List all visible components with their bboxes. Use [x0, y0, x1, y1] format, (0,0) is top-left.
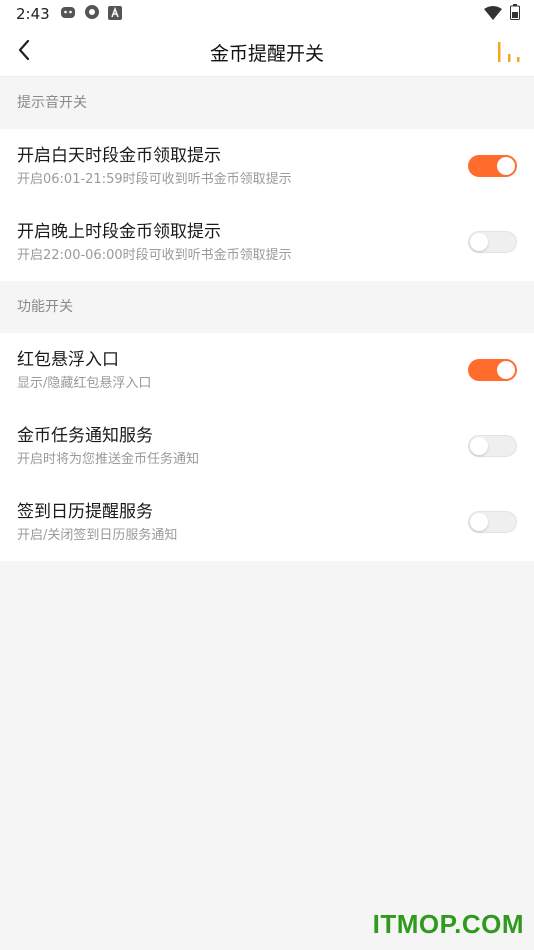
- night-reminder-toggle[interactable]: [468, 231, 517, 253]
- setting-row-coin-task-notification: 金币任务通知服务 开启时将为您推送金币任务通知: [0, 409, 534, 485]
- status-left-icons: [60, 4, 122, 24]
- setting-description: 显示/隐藏红包悬浮入口: [17, 376, 152, 391]
- settings-group-features: 红包悬浮入口 显示/隐藏红包悬浮入口 金币任务通知服务 开启时将为您推送金币任务…: [0, 333, 534, 561]
- setting-row-day-reminder: 开启白天时段金币领取提示 开启06:01-21:59时段可收到听书金币领取提示: [0, 129, 534, 205]
- toggle-knob: [470, 437, 488, 455]
- section-header-features: 功能开关: [0, 281, 534, 333]
- watermark: ITMOP.COM: [372, 909, 524, 939]
- red-packet-toggle[interactable]: [468, 359, 517, 381]
- setting-description: 开启时将为您推送金币任务通知: [17, 452, 200, 467]
- android-icon: [60, 4, 76, 24]
- chevron-left-icon: [17, 39, 31, 65]
- settings-group-sound: 开启白天时段金币领取提示 开启06:01-21:59时段可收到听书金币领取提示 …: [0, 129, 534, 281]
- setting-description: 开启06:01-21:59时段可收到听书金币领取提示: [17, 172, 292, 187]
- setting-label: 红包悬浮入口: [17, 350, 119, 370]
- menu-button[interactable]: [496, 40, 522, 66]
- status-right-icons: [484, 4, 520, 24]
- setting-description: 开启/关闭签到日历服务通知: [17, 528, 178, 543]
- toggle-knob: [497, 157, 515, 175]
- toggle-knob: [497, 361, 515, 379]
- coin-task-notification-toggle[interactable]: [468, 435, 517, 457]
- setting-row-checkin-calendar: 签到日历提醒服务 开启/关闭签到日历服务通知: [0, 485, 534, 561]
- a-icon: [107, 5, 122, 24]
- setting-label: 签到日历提醒服务: [17, 502, 153, 522]
- status-time: 2:43: [16, 5, 50, 23]
- status-bar: 2:43: [0, 0, 534, 28]
- setting-row-night-reminder: 开启晚上时段金币领取提示 开启22:00-06:00时段可收到听书金币领取提示: [0, 205, 534, 281]
- bar-chart-icon: [496, 42, 522, 70]
- battery-icon: [510, 4, 520, 24]
- title-bar: 金币提醒开关: [0, 28, 534, 77]
- setting-label: 金币任务通知服务: [17, 426, 153, 446]
- back-button[interactable]: [12, 39, 36, 65]
- toggle-knob: [470, 513, 488, 531]
- page-title: 金币提醒开关: [209, 42, 324, 65]
- wifi-icon: [484, 5, 502, 24]
- toggle-knob: [470, 233, 488, 251]
- setting-description: 开启22:00-06:00时段可收到听书金币领取提示: [17, 248, 292, 263]
- settings-icon: [84, 4, 100, 24]
- day-reminder-toggle[interactable]: [468, 155, 517, 177]
- checkin-calendar-toggle[interactable]: [468, 511, 517, 533]
- section-header-sound: 提示音开关: [0, 77, 534, 129]
- setting-label: 开启晚上时段金币领取提示: [17, 222, 221, 242]
- setting-row-red-packet: 红包悬浮入口 显示/隐藏红包悬浮入口: [0, 333, 534, 409]
- setting-label: 开启白天时段金币领取提示: [17, 146, 221, 166]
